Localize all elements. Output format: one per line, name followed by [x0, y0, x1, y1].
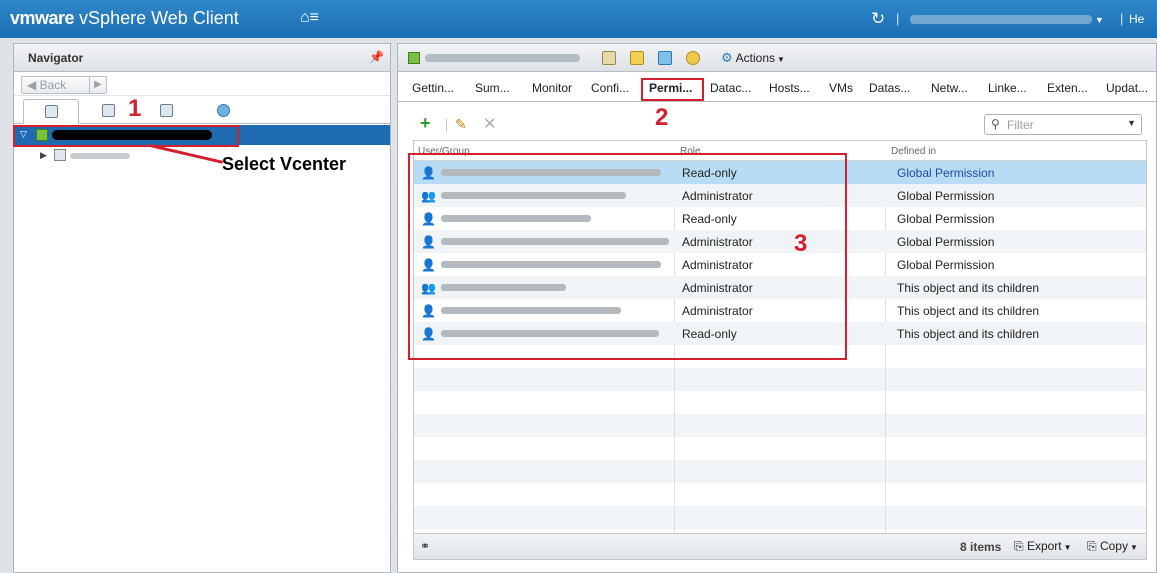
column-header-defined-in[interactable]: Defined in [891, 146, 936, 157]
tab-datacenters[interactable]: Datac... [710, 81, 751, 95]
refresh-icon[interactable]: ↻ [871, 9, 885, 29]
binoculars-icon[interactable]: ⚭ [420, 539, 430, 553]
defined-in-cell: Global Permission [897, 258, 995, 272]
permissions-toolbar: + ✎ ✕ ⚲ Filter ▼ [398, 112, 1156, 138]
filter-placeholder: Filter [1007, 118, 1034, 132]
chevron-down-icon: ▼ [777, 55, 785, 64]
object-tabs: Gettin... Sum... Monitor Confi... Permi.… [398, 72, 1156, 102]
navigator-title: Navigator [28, 51, 84, 65]
top-header: vmware vSphere Web Client ⌂≡ ↻ | ▼ | He [0, 0, 1157, 38]
empty-row [414, 506, 1146, 529]
empty-row [414, 368, 1146, 391]
defined-in-cell: This object and its children [897, 327, 1040, 341]
delete-permission-icon[interactable]: ✕ [483, 114, 496, 134]
tab-extensions[interactable]: Exten... [1047, 81, 1088, 95]
defined-in-cell: This object and its children [897, 304, 1040, 318]
actions-menu[interactable]: ⚙ Actions ▼ [721, 50, 785, 66]
tab-monitor[interactable]: Monitor [532, 81, 572, 95]
user-name-redacted [910, 15, 1092, 25]
tab-networking[interactable] [195, 99, 251, 124]
home-menu-icon[interactable]: ⌂≡ [300, 9, 319, 27]
tab-configure[interactable]: Confi... [591, 81, 629, 95]
empty-row [414, 391, 1146, 414]
back-button[interactable]: ◀ Back ▶ [21, 76, 107, 94]
tab-hosts[interactable]: Hosts... [769, 81, 810, 95]
edit-permission-icon[interactable]: ✎ [455, 116, 467, 133]
empty-row [414, 414, 1146, 437]
tab-hosts-clusters[interactable] [23, 99, 79, 124]
empty-row [414, 483, 1146, 506]
add-permission-icon[interactable]: + [420, 114, 431, 132]
filter-input[interactable]: ⚲ Filter ▼ [984, 114, 1142, 135]
navigator-panel: Navigator 📌 ◀ Back ▶ ▽ ▶ [13, 43, 391, 573]
object-bar: ⚙ Actions ▼ [398, 44, 1156, 72]
object-name-redacted [425, 54, 580, 62]
tab-storage[interactable] [138, 99, 194, 124]
defined-in-cell: This object and its children [897, 281, 1040, 295]
empty-row [414, 437, 1146, 460]
gear-icon: ⚙ [721, 50, 733, 65]
history-bar: ◀ Back ▶ [14, 72, 390, 96]
add-host-icon[interactable] [602, 51, 616, 65]
search-icon: ⚲ [991, 117, 1000, 131]
pin-icon[interactable]: 📌 [369, 50, 384, 64]
tab-datastores[interactable]: Datas... [869, 81, 910, 95]
forward-icon[interactable]: ▶ [89, 77, 106, 93]
hosts-clusters-icon [44, 105, 58, 118]
tab-updates[interactable]: Updat... [1106, 81, 1148, 95]
empty-row [414, 460, 1146, 483]
vsphere-logo[interactable]: vmware vSphere Web Client [10, 8, 239, 29]
annotation-number-2: 2 [655, 104, 669, 131]
tab-vms[interactable]: VMs [829, 81, 853, 95]
annotation-number-1: 1 [128, 95, 142, 122]
new-datacenter-icon[interactable] [658, 51, 672, 65]
header-separator: | [896, 11, 900, 26]
vms-templates-icon [101, 104, 115, 117]
annotation-select-vcenter: Select Vcenter [222, 154, 347, 174]
chevron-down-icon: ▼ [1095, 15, 1104, 25]
header-separator: | [1120, 11, 1124, 26]
help-menu[interactable]: He [1129, 12, 1144, 26]
table-statusbar: ⚭ 8 items ⎘ Export ▼ ⎘ Copy ▼ [413, 534, 1147, 560]
tab-summary[interactable]: Sum... [475, 81, 510, 95]
defined-in-cell: Global Permission [897, 189, 995, 203]
export-button[interactable]: ⎘ Export ▼ [1014, 539, 1072, 554]
assign-permission-icon[interactable] [686, 51, 700, 65]
item-count: 8 items [960, 540, 1002, 554]
defined-in-cell: Global Permission [897, 235, 995, 249]
defined-in-cell: Global Permission [897, 166, 995, 180]
annotation-number-3: 3 [794, 230, 808, 257]
copy-button[interactable]: ⎘ Copy ▼ [1087, 539, 1138, 554]
storage-icon [159, 104, 173, 117]
chevron-down-icon: ▼ [1063, 543, 1072, 552]
chevron-down-icon[interactable]: ▼ [1127, 118, 1136, 128]
new-folder-icon[interactable] [630, 51, 644, 65]
collapse-triangle-icon[interactable]: ▶ [40, 150, 47, 161]
toolbar-divider [446, 119, 447, 132]
annotation-box-2 [641, 78, 704, 101]
user-menu[interactable]: ▼ [910, 12, 1110, 26]
tab-linked[interactable]: Linke... [988, 81, 1027, 95]
annotation-box-1 [13, 125, 239, 147]
vcenter-icon [408, 52, 420, 64]
datacenter-icon [54, 149, 66, 161]
datacenter-name-redacted [70, 153, 130, 159]
tab-networks[interactable]: Netw... [931, 81, 968, 95]
navigator-header: Navigator 📌 [14, 44, 390, 72]
tab-getting-started[interactable]: Gettin... [412, 81, 454, 95]
defined-in-cell: Global Permission [897, 212, 995, 226]
annotation-box-3 [408, 153, 847, 360]
navigator-tabs [14, 96, 390, 124]
chevron-down-icon: ▼ [1129, 543, 1138, 552]
networking-icon [216, 104, 230, 117]
